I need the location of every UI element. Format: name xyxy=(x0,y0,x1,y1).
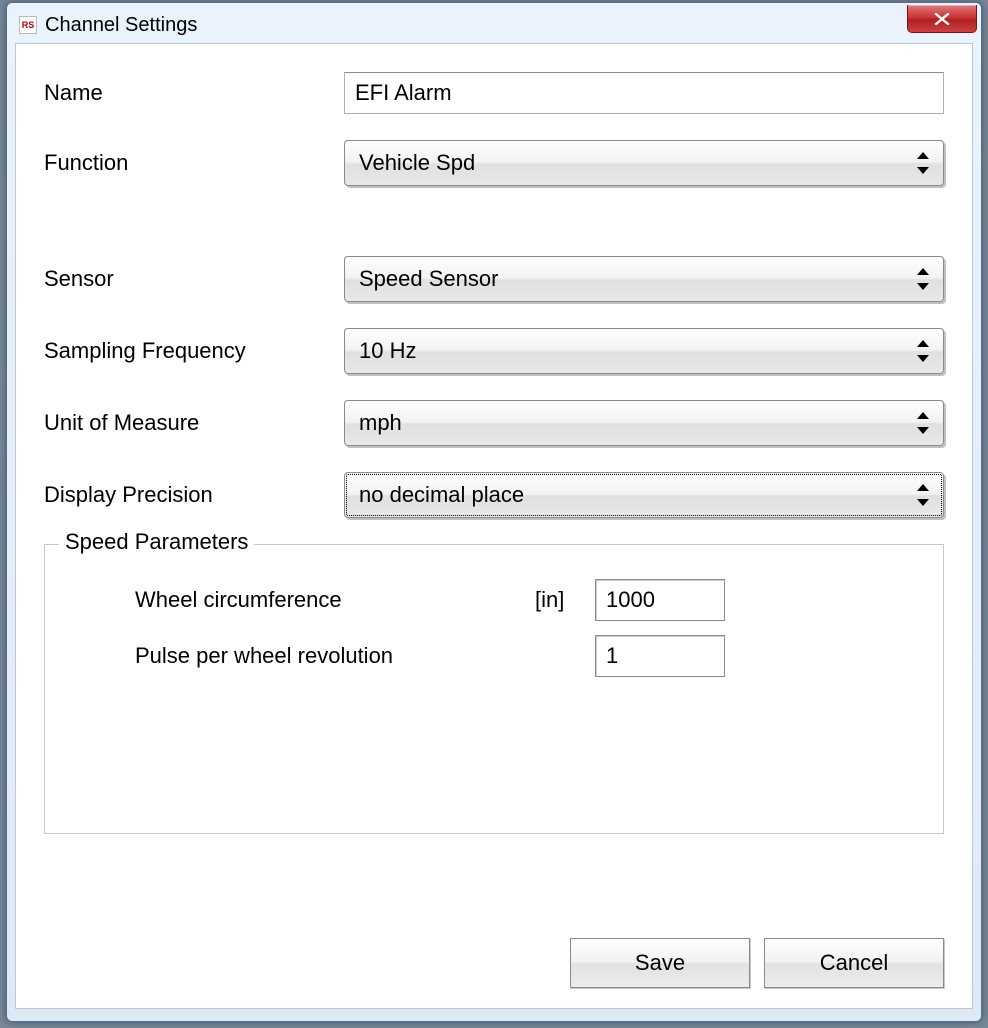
spinner-icon xyxy=(917,484,931,506)
row-precision: Display Precision no decimal place xyxy=(44,472,944,518)
row-sampling: Sampling Frequency 10 Hz xyxy=(44,328,944,374)
app-icon: RS xyxy=(19,16,37,34)
group-title: Speed Parameters xyxy=(59,529,254,555)
button-bar: Save Cancel xyxy=(570,938,944,988)
precision-label: Display Precision xyxy=(44,482,344,508)
wheel-circumference-input[interactable] xyxy=(595,579,725,621)
name-label: Name xyxy=(44,80,344,106)
window-title: Channel Settings xyxy=(45,14,197,37)
uom-combo[interactable]: mph xyxy=(344,400,944,446)
function-value: Vehicle Spd xyxy=(359,150,475,176)
close-button[interactable] xyxy=(907,5,977,33)
spinner-icon xyxy=(917,412,931,434)
sampling-label: Sampling Frequency xyxy=(44,338,344,364)
pulse-per-rev-input[interactable] xyxy=(595,635,725,677)
row-name: Name xyxy=(44,72,944,114)
titlebar: RS Channel Settings xyxy=(15,11,973,43)
row-pulse-per-rev: Pulse per wheel revolution xyxy=(65,635,923,677)
row-wheel-circumference: Wheel circumference [in] xyxy=(65,579,923,621)
close-icon xyxy=(934,13,950,25)
function-combo[interactable]: Vehicle Spd xyxy=(344,140,944,186)
save-button[interactable]: Save xyxy=(570,938,750,988)
client-area: Name Function Vehicle Spd Sensor Speed S… xyxy=(15,43,973,1009)
sampling-combo[interactable]: 10 Hz xyxy=(344,328,944,374)
spinner-icon xyxy=(917,268,931,290)
uom-label: Unit of Measure xyxy=(44,410,344,436)
wheel-circumference-unit: [in] xyxy=(535,587,595,613)
precision-combo[interactable]: no decimal place xyxy=(344,472,944,518)
dialog-window: RS Channel Settings Name Function Vehicl… xyxy=(6,2,982,1022)
cancel-button[interactable]: Cancel xyxy=(764,938,944,988)
pulse-per-rev-label: Pulse per wheel revolution xyxy=(65,643,535,669)
wheel-circumference-label: Wheel circumference xyxy=(65,587,535,613)
speed-parameters-group: Speed Parameters Wheel circumference [in… xyxy=(44,544,944,834)
sampling-value: 10 Hz xyxy=(359,338,416,364)
sensor-value: Speed Sensor xyxy=(359,266,498,292)
spinner-icon xyxy=(917,340,931,362)
precision-value: no decimal place xyxy=(359,482,524,508)
name-input[interactable] xyxy=(344,72,944,114)
row-uom: Unit of Measure mph xyxy=(44,400,944,446)
row-sensor: Sensor Speed Sensor xyxy=(44,256,944,302)
row-function: Function Vehicle Spd xyxy=(44,140,944,186)
sensor-combo[interactable]: Speed Sensor xyxy=(344,256,944,302)
uom-value: mph xyxy=(359,410,402,436)
spinner-icon xyxy=(917,152,931,174)
function-label: Function xyxy=(44,150,344,176)
sensor-label: Sensor xyxy=(44,266,344,292)
